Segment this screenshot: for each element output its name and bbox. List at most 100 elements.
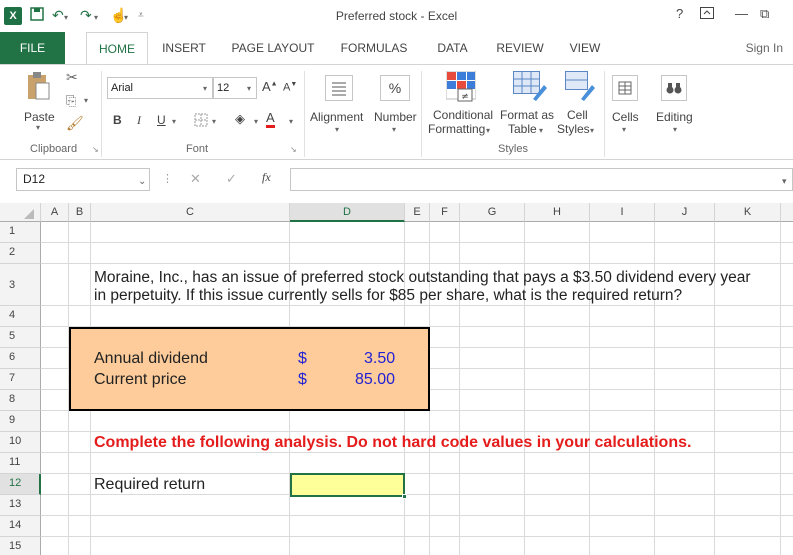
shrink-font-icon[interactable]: A▼ bbox=[283, 81, 297, 94]
column-header-a[interactable]: A bbox=[41, 203, 69, 222]
cancel-entry-icon[interactable]: ✕ bbox=[190, 171, 201, 187]
row-header-6[interactable]: 6 bbox=[0, 348, 41, 369]
row-header-11[interactable]: 11 bbox=[0, 453, 41, 474]
number-dropdown-icon[interactable]: ▾ bbox=[392, 125, 396, 134]
insert-function-icon[interactable]: fx bbox=[262, 170, 271, 185]
row-header-14[interactable]: 14 bbox=[0, 516, 41, 537]
format-as-table-icon[interactable] bbox=[513, 71, 547, 101]
cut-icon[interactable]: ✂ bbox=[66, 69, 78, 86]
cells-button[interactable]: Cells bbox=[612, 110, 639, 124]
column-header-l[interactable] bbox=[781, 203, 793, 222]
tab-insert[interactable]: INSERT bbox=[155, 32, 213, 64]
format-painter-icon[interactable]: 🖌 bbox=[66, 115, 84, 132]
column-header-d[interactable]: D bbox=[290, 203, 405, 222]
fill-handle[interactable] bbox=[402, 494, 407, 499]
sign-in-link[interactable]: Sign In bbox=[746, 32, 783, 64]
row-header-3[interactable]: 3 bbox=[0, 264, 41, 306]
tab-view[interactable]: VIEW bbox=[563, 32, 607, 64]
restore-button[interactable]: ⧉ bbox=[760, 6, 769, 22]
alignment-icon[interactable] bbox=[325, 75, 353, 101]
grow-font-icon[interactable]: A▲ bbox=[262, 79, 278, 94]
cell-styles-dropdown-icon[interactable]: ▾ bbox=[590, 126, 594, 135]
minimize-button[interactable]: — bbox=[735, 6, 748, 21]
font-color-icon[interactable]: A bbox=[266, 111, 275, 128]
fill-color-icon[interactable]: ◈ bbox=[235, 111, 245, 127]
paste-dropdown-icon[interactable]: ▾ bbox=[36, 123, 40, 132]
formula-input[interactable] bbox=[290, 168, 793, 191]
formula-bar-handle-icon[interactable]: ⋮ bbox=[162, 172, 173, 185]
paste-icon[interactable] bbox=[26, 71, 50, 101]
row-header-10[interactable]: 10 bbox=[0, 432, 41, 453]
editing-dropdown-icon[interactable]: ▾ bbox=[673, 125, 677, 134]
column-header-f[interactable]: F bbox=[430, 203, 460, 222]
column-header-b[interactable]: B bbox=[69, 203, 91, 222]
current-price-value[interactable]: 85.00 bbox=[355, 371, 395, 389]
row-header-5[interactable]: 5 bbox=[0, 327, 41, 348]
row-header-13[interactable]: 13 bbox=[0, 495, 41, 516]
help-button[interactable]: ? bbox=[676, 6, 683, 21]
row-header-7[interactable]: 7 bbox=[0, 369, 41, 390]
font-name-combo[interactable]: Arial bbox=[107, 77, 213, 99]
underline-button[interactable]: U bbox=[157, 113, 166, 127]
column-header-h[interactable]: H bbox=[525, 203, 590, 222]
italic-button[interactable]: I bbox=[137, 113, 141, 128]
cell-styles-label-2[interactable]: Styles bbox=[557, 122, 590, 136]
column-header-j[interactable]: J bbox=[655, 203, 715, 222]
ribbon-display-options-icon[interactable] bbox=[700, 7, 714, 22]
required-return-cell[interactable] bbox=[290, 473, 407, 499]
row-header-8[interactable]: 8 bbox=[0, 390, 41, 411]
tab-page-layout[interactable]: PAGE LAYOUT bbox=[228, 32, 318, 64]
conditional-formatting-dropdown-icon[interactable]: ▾ bbox=[486, 126, 490, 135]
cells-icon[interactable] bbox=[612, 75, 638, 101]
row-header-15[interactable]: 15 bbox=[0, 537, 41, 555]
editing-button[interactable]: Editing bbox=[656, 110, 693, 124]
column-header-g[interactable]: G bbox=[460, 203, 525, 222]
borders-icon[interactable] bbox=[194, 113, 208, 127]
tab-data[interactable]: DATA bbox=[430, 32, 475, 64]
bold-button[interactable]: B bbox=[113, 113, 122, 127]
fill-color-dropdown-icon[interactable]: ▾ bbox=[254, 117, 258, 126]
expand-formula-bar-icon[interactable]: ▾ bbox=[782, 176, 787, 187]
column-header-i[interactable]: I bbox=[590, 203, 655, 222]
name-box-dropdown-icon[interactable]: ⌄ bbox=[138, 176, 146, 187]
format-as-table-label-1[interactable]: Format as bbox=[500, 108, 554, 122]
column-header-e[interactable]: E bbox=[405, 203, 430, 222]
annual-dividend-value[interactable]: 3.50 bbox=[364, 350, 395, 368]
confirm-entry-icon[interactable]: ✓ bbox=[226, 171, 237, 187]
number-button[interactable]: Number bbox=[374, 110, 417, 124]
worksheet-grid[interactable]: A B C D E F G H I J K 1 2 3 4 5 6 7 8 9 … bbox=[0, 203, 793, 555]
row-header-1[interactable]: 1 bbox=[0, 222, 41, 243]
alignment-dropdown-icon[interactable]: ▾ bbox=[335, 125, 339, 134]
row-header-2[interactable]: 2 bbox=[0, 243, 41, 264]
format-as-table-label-2[interactable]: Table bbox=[508, 122, 537, 136]
cells-dropdown-icon[interactable]: ▾ bbox=[622, 125, 626, 134]
editing-icon[interactable] bbox=[661, 75, 687, 101]
borders-dropdown-icon[interactable]: ▾ bbox=[212, 117, 216, 126]
copy-dropdown-icon[interactable]: ▾ bbox=[84, 96, 88, 105]
column-header-c[interactable]: C bbox=[91, 203, 290, 222]
row-header-12[interactable]: 12 bbox=[0, 474, 41, 495]
tab-file[interactable]: FILE bbox=[0, 32, 65, 64]
select-all-corner[interactable] bbox=[0, 203, 41, 222]
number-format-icon[interactable]: % bbox=[380, 75, 410, 101]
format-as-table-dropdown-icon[interactable]: ▾ bbox=[539, 126, 543, 135]
clipboard-launcher-icon[interactable]: ↘ bbox=[92, 145, 99, 154]
tab-formulas[interactable]: FORMULAS bbox=[335, 32, 413, 64]
conditional-formatting-label-2[interactable]: Formatting bbox=[428, 122, 485, 136]
tab-review[interactable]: REVIEW bbox=[492, 32, 548, 64]
font-size-dropdown-icon[interactable]: ▾ bbox=[247, 84, 251, 93]
tab-home[interactable]: HOME bbox=[86, 32, 148, 65]
font-color-dropdown-icon[interactable]: ▾ bbox=[289, 117, 293, 126]
font-name-dropdown-icon[interactable]: ▾ bbox=[203, 84, 207, 93]
cell-styles-label-1[interactable]: Cell bbox=[567, 108, 588, 122]
conditional-formatting-label-1[interactable]: Conditional bbox=[433, 108, 493, 122]
row-header-4[interactable]: 4 bbox=[0, 306, 41, 327]
underline-dropdown-icon[interactable]: ▾ bbox=[172, 117, 176, 126]
alignment-button[interactable]: Alignment bbox=[310, 110, 363, 124]
copy-icon[interactable]: ⎘ bbox=[66, 93, 76, 109]
conditional-formatting-icon[interactable]: ≠ bbox=[446, 71, 476, 103]
row-header-9[interactable]: 9 bbox=[0, 411, 41, 432]
paste-button[interactable]: Paste bbox=[24, 110, 55, 124]
name-box[interactable]: D12 bbox=[16, 168, 150, 191]
cell-styles-icon[interactable] bbox=[565, 71, 595, 101]
